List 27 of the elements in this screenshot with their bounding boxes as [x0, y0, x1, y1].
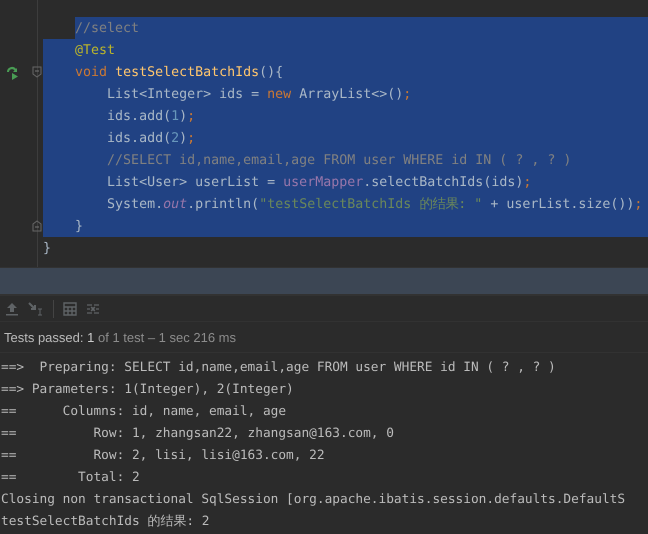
fold-icon[interactable]: [32, 66, 42, 78]
run-test-icon[interactable]: [4, 64, 20, 80]
code-line: }: [43, 240, 52, 256]
console-line: testSelectBatchIds 的结果: 2: [0, 513, 210, 531]
code-line: List<Integer> ids = new ArrayList<>();: [106, 86, 412, 102]
code-line: ids.add(1);: [106, 108, 196, 124]
code-line: //SELECT id,name,email,age FROM user WHERE id IN ( ? , ? ): [106, 152, 572, 168]
console-line: == Row: 1, zhangsan22, zhangsan@163.com, 0: [0, 425, 395, 443]
code-line: void testSelectBatchIds(){: [74, 64, 284, 80]
code-line: @Test: [74, 42, 116, 58]
console-line: == Total: 2: [0, 469, 141, 487]
import-icon[interactable]: [28, 302, 44, 316]
console-line: ==> Preparing: SELECT id,name,email,age FROM user WHERE id IN ( ? , ? ): [0, 359, 557, 377]
console-line: Closing non transactional SqlSession [org.apache.ibatis.session.defaults.DefaultS: [0, 491, 626, 509]
grid-icon[interactable]: [63, 302, 77, 316]
console-line: == Row: 2, lisi, lisi@163.com, 22: [0, 447, 326, 465]
fold-icon[interactable]: [32, 220, 42, 232]
export-icon[interactable]: [5, 302, 19, 316]
code-line: System.out.println("testSelectBatchIds 的结果: " + userList.size());: [106, 196, 642, 213]
compare-icon[interactable]: [86, 302, 100, 316]
console-line: == Columns: id, name, email, age: [0, 403, 288, 421]
console-line: ==> Parameters: 1(Integer), 2(Integer): [0, 381, 295, 399]
test-status: Tests passed: 1 of 1 test – 1 sec 216 ms: [4, 330, 236, 344]
code-line: //select: [74, 20, 140, 36]
code-line: List<User> userList = userMapper.selectBatchIds(ids);: [106, 174, 532, 190]
code-line: ids.add(2);: [106, 130, 196, 146]
code-line: }: [74, 218, 84, 234]
